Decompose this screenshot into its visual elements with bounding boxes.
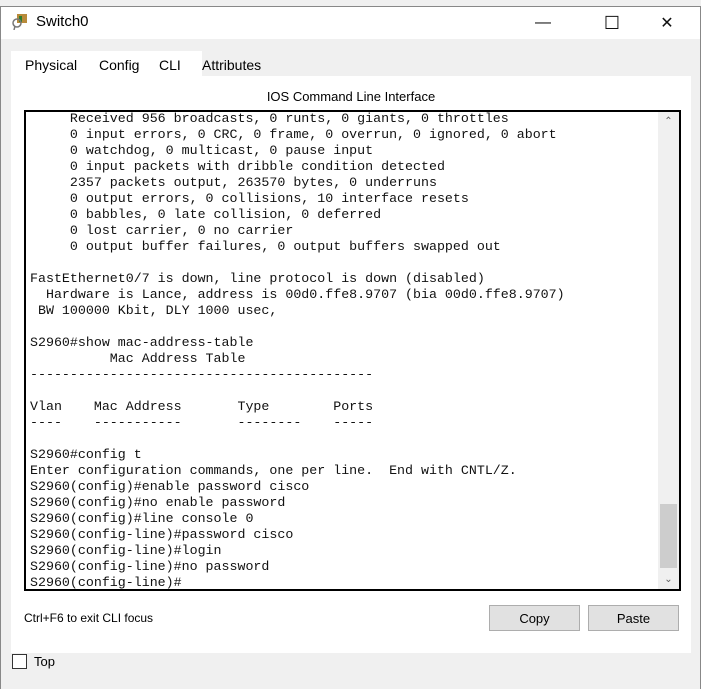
cli-focus-hint: Ctrl+F6 to exit CLI focus [24, 611, 154, 625]
terminal-line: S2960(config)#no enable password [30, 495, 286, 510]
terminal-line: ---- ----------- -------- ----- [30, 415, 374, 430]
terminal-line: S2960(config)#line console 0 [30, 511, 254, 526]
terminal-line: BW 100000 Kbit, DLY 1000 usec, [30, 303, 278, 318]
tab-physical[interactable]: Physical [25, 57, 77, 73]
title-bar: Switch0 — ☐ ✕ [1, 7, 700, 39]
terminal-line: Enter configuration commands, one per li… [30, 463, 517, 478]
scroll-down-icon[interactable]: ⌄ [658, 574, 679, 585]
terminal-line: 0 watchdog, 0 multicast, 0 pause input [30, 143, 374, 158]
terminal-line: 0 babbles, 0 late collision, 0 deferred [30, 207, 382, 222]
scrollbar-thumb[interactable] [660, 504, 677, 568]
terminal-line: S2960(config-line)#no password [30, 559, 270, 574]
terminal-line: S2960#config t [30, 447, 142, 462]
terminal-line: 0 output buffer failures, 0 output buffe… [30, 239, 501, 254]
terminal-line: Hardware is Lance, address is 00d0.ffe8.… [30, 287, 565, 302]
vertical-scrollbar[interactable]: ⌃ ⌄ [658, 112, 679, 589]
terminal-line: S2960(config-line)#login [30, 543, 222, 558]
terminal-line: S2960(config-line)# [30, 575, 182, 590]
terminal-output: Received 956 broadcasts, 0 runts, 0 gian… [30, 111, 565, 590]
top-checkbox[interactable] [12, 654, 27, 669]
terminal-line: S2960(config)#enable password cisco [30, 479, 310, 494]
terminal-line: Received 956 broadcasts, 0 runts, 0 gian… [30, 111, 509, 126]
tab-config[interactable]: Config [99, 57, 139, 73]
window-title: Switch0 [36, 13, 89, 30]
cli-terminal[interactable]: Received 956 broadcasts, 0 runts, 0 gian… [24, 110, 681, 591]
scroll-up-icon[interactable]: ⌃ [658, 116, 679, 127]
paste-button[interactable]: Paste [588, 605, 679, 631]
cli-panel: IOS Command Line Interface Received 956 … [11, 76, 691, 653]
terminal-line: Mac Address Table [30, 351, 246, 366]
top-label: Top [34, 654, 55, 669]
copy-button[interactable]: Copy [489, 605, 580, 631]
tab-attributes[interactable]: Attributes [202, 57, 261, 73]
terminal-line: 0 lost carrier, 0 no carrier [30, 223, 294, 238]
terminal-line: S2960(config-line)#password cisco [30, 527, 294, 542]
terminal-line: S2960#show mac-address-table [30, 335, 254, 350]
terminal-line: ----------------------------------------… [30, 367, 374, 382]
terminal-line: FastEthernet0/7 is down, line protocol i… [30, 271, 485, 286]
close-button[interactable]: ✕ [644, 7, 690, 39]
maximize-button[interactable]: ☐ [589, 7, 635, 39]
terminal-line: 0 input packets with dribble condition d… [30, 159, 445, 174]
terminal-line: 0 input errors, 0 CRC, 0 frame, 0 overru… [30, 127, 557, 142]
terminal-line: 2357 packets output, 263570 bytes, 0 und… [30, 175, 437, 190]
minimize-button[interactable]: — [520, 7, 566, 39]
terminal-line: Vlan Mac Address Type Ports [30, 399, 374, 414]
cli-heading: IOS Command Line Interface [266, 89, 436, 104]
window: Switch0 — ☐ ✕ Physical Config CLI Attrib… [0, 6, 701, 689]
switch-app-icon [12, 14, 27, 30]
tab-cli[interactable]: CLI [151, 57, 189, 79]
terminal-line: 0 output errors, 0 collisions, 10 interf… [30, 191, 469, 206]
tab-bar: Physical Config CLI Attributes [11, 51, 261, 79]
